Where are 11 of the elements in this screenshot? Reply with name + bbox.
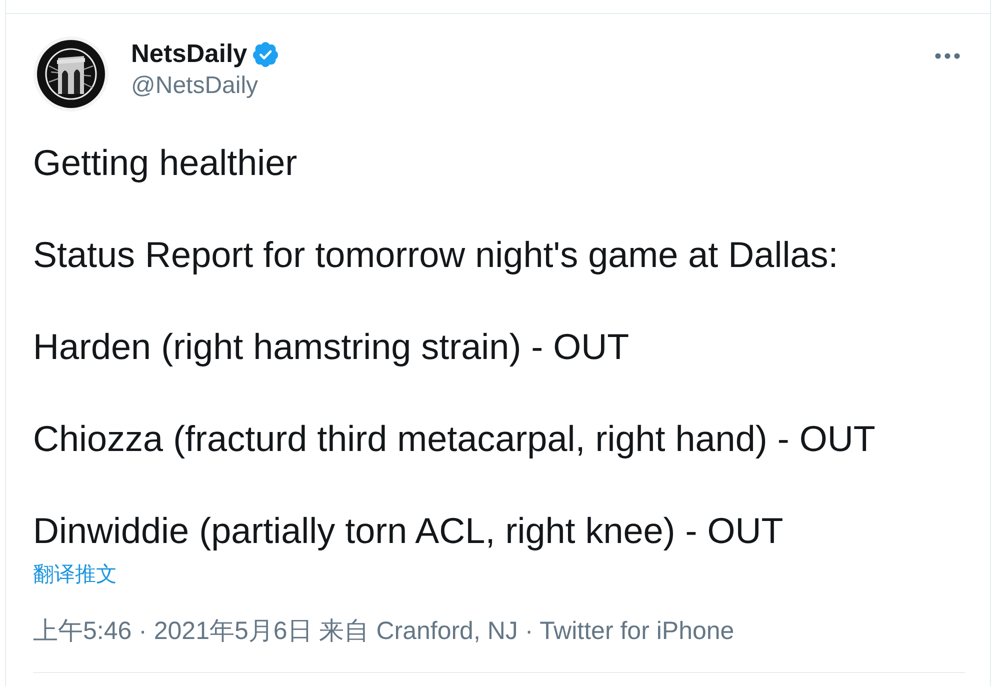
tweet-text: Getting healthier [33,141,298,185]
tweet-text: Dinwiddie (partially torn ACL, right knee) - OUT [33,509,784,553]
tweet-text: Harden (right hamstring strain) - OUT [33,325,630,369]
more-dots-icon [935,53,960,59]
tweet-text: Chiozza (fracturd third metacarpal, right hand) - OUT [33,417,876,461]
translate-link[interactable]: 翻译推文 [33,561,117,589]
author-handle[interactable]: @NetsDaily [131,70,258,102]
tweet-text: Status Report for tomorrow night's game at Dallas: [33,233,840,277]
tweet-timestamp: 上午5:46 · 2021年5月6日 来自 Cranford, NJ · Twitter for iPhone [33,616,734,646]
author-name[interactable]: NetsDaily [131,38,248,70]
bridge-logo-icon[interactable] [33,36,109,112]
